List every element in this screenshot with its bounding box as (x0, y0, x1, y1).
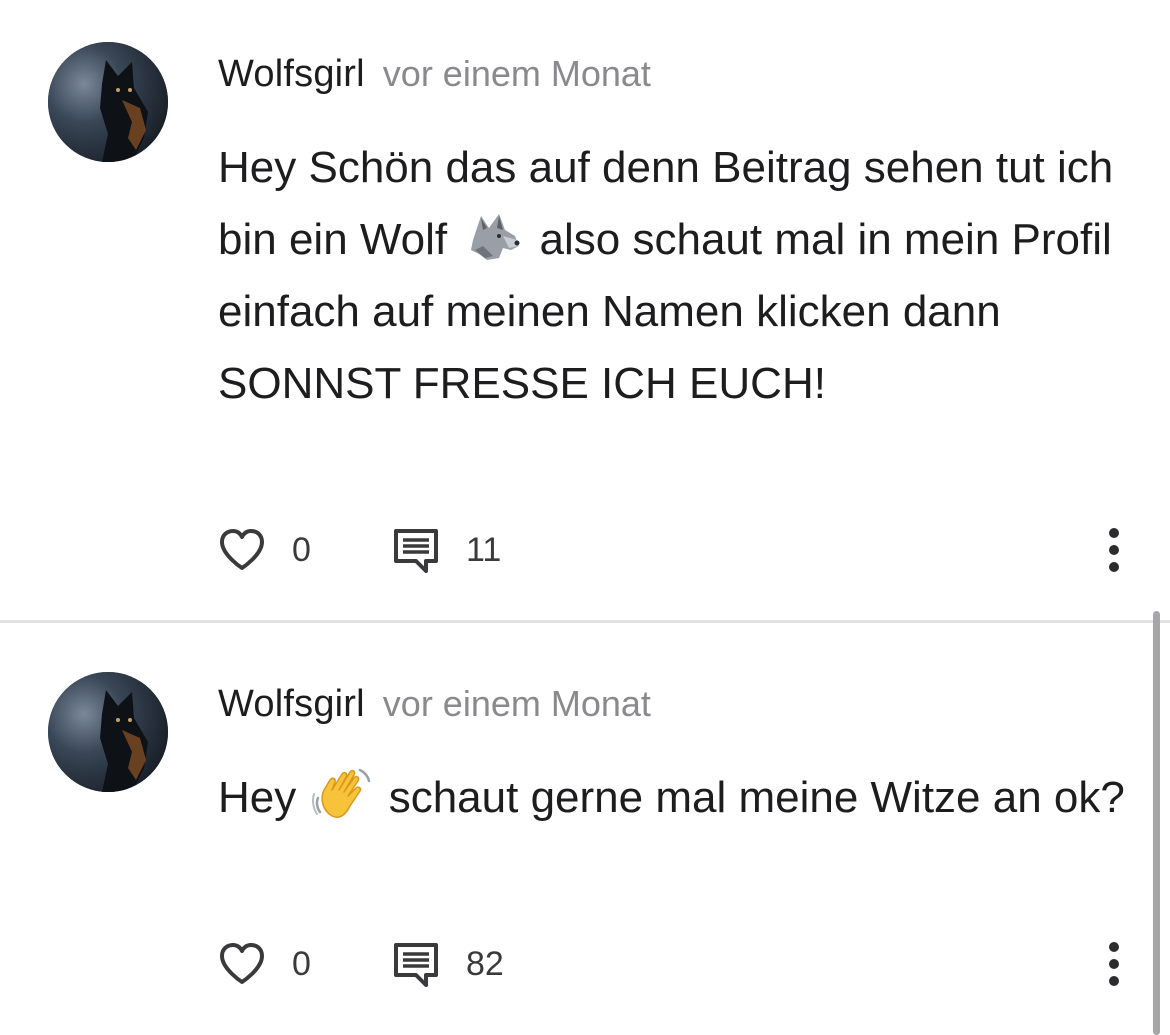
more-vertical-icon (1109, 528, 1119, 572)
comment-item: Wolfsgirl vor einem Monat Hey Schön das … (0, 0, 1170, 620)
comment-text: Hey Schön das auf denn Beitrag sehen tut… (218, 132, 1138, 420)
reply-button[interactable]: 11 (392, 525, 501, 575)
comment-icon (394, 529, 438, 573)
comment-item: Wolfsgirl vor einem Monat Hey schaut ger… (0, 623, 1170, 1035)
comment-actions: 0 82 (218, 939, 1170, 989)
heart-outline-icon (220, 529, 264, 570)
comment-meta: Wolfsgirl vor einem Monat (218, 52, 651, 96)
author-name[interactable]: Wolfsgirl (218, 53, 365, 96)
scrollbar[interactable] (1153, 611, 1160, 1035)
like-button[interactable]: 0 (218, 939, 311, 989)
author-name[interactable]: Wolfsgirl (218, 683, 365, 726)
wolf-avatar-image (48, 42, 168, 162)
more-options-button[interactable] (1102, 527, 1126, 573)
like-count: 0 (292, 530, 311, 569)
reply-count: 11 (466, 530, 502, 569)
like-count: 0 (292, 944, 311, 983)
waving-hand-emoji-icon (312, 764, 372, 824)
comment-text: Hey schaut gerne mal meine Witze an ok? (218, 762, 1138, 834)
wolf-emoji-icon (463, 206, 523, 266)
comment-text-part: schaut gerne mal meine Witze an ok? (376, 773, 1125, 822)
avatar[interactable] (48, 672, 168, 792)
comment-timestamp: vor einem Monat (382, 53, 651, 94)
comment-meta: Wolfsgirl vor einem Monat (218, 682, 651, 726)
comment-icon (394, 943, 438, 987)
heart-outline-icon (220, 943, 264, 984)
reply-count: 82 (466, 944, 504, 983)
reply-button[interactable]: 82 (392, 939, 504, 989)
comment-text-part: Hey (218, 773, 309, 822)
comment-timestamp: vor einem Monat (382, 683, 651, 724)
comment-actions: 0 11 (218, 525, 1170, 575)
avatar[interactable] (48, 42, 168, 162)
wolf-avatar-image (48, 672, 168, 792)
more-options-button[interactable] (1102, 941, 1126, 987)
more-vertical-icon (1109, 942, 1119, 986)
like-button[interactable]: 0 (218, 525, 311, 575)
